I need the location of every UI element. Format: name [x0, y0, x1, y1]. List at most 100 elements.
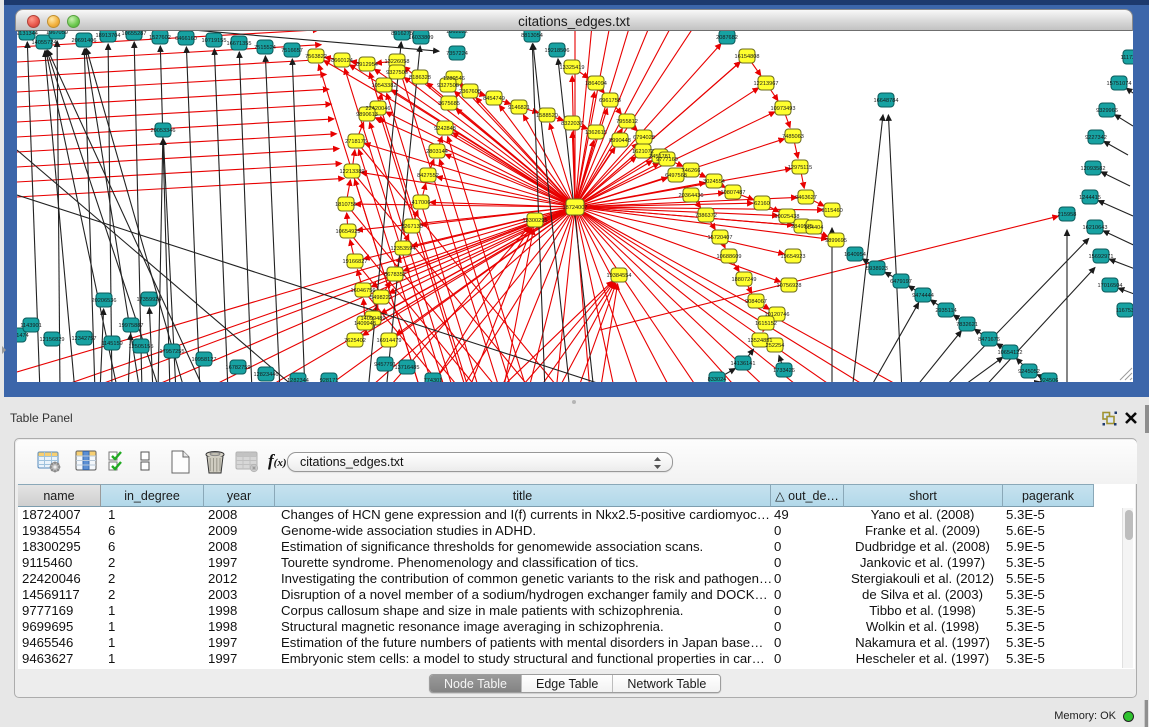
svg-text:116753: 116753: [1116, 308, 1133, 314]
svg-text:2087682: 2087682: [716, 35, 738, 41]
svg-text:9890613: 9890613: [356, 112, 378, 118]
svg-text:16671355: 16671355: [227, 41, 252, 47]
svg-text:7516657: 7516657: [281, 48, 303, 54]
svg-text:14055724: 14055724: [32, 40, 57, 46]
svg-text:3911474: 3911474: [17, 333, 29, 339]
svg-text:62160: 62160: [754, 201, 770, 207]
svg-text:9327508: 9327508: [437, 83, 459, 89]
svg-text:8678352: 8678352: [384, 272, 406, 278]
svg-text:18724007: 18724007: [563, 205, 588, 211]
svg-text:1280546: 1280546: [443, 76, 465, 82]
svg-text:16154808: 16154808: [735, 54, 760, 60]
svg-text:1145159: 1145159: [101, 341, 122, 347]
svg-text:7832621: 7832621: [956, 322, 978, 328]
svg-text:1244415: 1244415: [1079, 195, 1101, 201]
svg-text:8912954: 8912954: [356, 62, 378, 68]
svg-text:19975887: 19975887: [119, 323, 144, 329]
svg-text:417006: 417006: [412, 200, 431, 206]
svg-text:8660124: 8660124: [331, 58, 353, 64]
svg-text:10120746: 10120746: [765, 312, 790, 318]
svg-text:16782759: 16782759: [226, 365, 251, 371]
svg-text:16046756: 16046756: [351, 288, 376, 294]
svg-text:12213389: 12213389: [340, 169, 365, 175]
svg-text:12156829: 12156829: [40, 337, 65, 343]
svg-text:6497568: 6497568: [665, 173, 687, 179]
svg-text:15751074: 15751074: [1107, 81, 1132, 87]
svg-text:19218506: 19218506: [545, 48, 570, 54]
svg-text:1640954: 1640954: [844, 252, 866, 258]
svg-text:17957255: 17957255: [160, 349, 185, 355]
svg-text:2803144: 2803144: [426, 149, 448, 155]
svg-text:7515524: 7515524: [254, 45, 276, 51]
svg-text:19654923: 19654923: [781, 254, 806, 260]
svg-text:1362615: 1362615: [585, 130, 607, 136]
svg-text:9474444: 9474444: [912, 293, 934, 299]
svg-text:10719155: 10719155: [202, 38, 227, 44]
svg-text:13226058: 13226058: [385, 59, 410, 65]
svg-text:1527602: 1527602: [149, 35, 171, 41]
svg-text:833024: 833024: [708, 377, 727, 382]
svg-text:9084067: 9084067: [745, 299, 767, 305]
svg-text:12823446: 12823446: [254, 372, 279, 378]
svg-text:10756928: 10756928: [777, 283, 802, 289]
svg-text:10973493: 10973493: [771, 106, 796, 112]
svg-text:16648784: 16648784: [874, 98, 899, 104]
svg-text:9899695: 9899695: [825, 238, 847, 244]
svg-text:15692971: 15692971: [1089, 254, 1114, 260]
svg-text:2935114: 2935114: [935, 308, 956, 314]
svg-text:9115460: 9115460: [821, 208, 842, 214]
svg-text:1864094: 1864094: [585, 81, 607, 87]
svg-text:1588520: 1588520: [536, 113, 558, 119]
svg-text:7563822: 7563822: [305, 54, 327, 60]
svg-text:9227342: 9227342: [1085, 135, 1107, 141]
svg-text:3675685: 3675685: [438, 101, 460, 107]
svg-text:9327506: 9327506: [386, 70, 408, 76]
svg-text:5498222: 5498222: [370, 295, 392, 301]
svg-text:20691406: 20691406: [72, 38, 97, 44]
svg-text:9146821: 9146821: [508, 105, 530, 111]
svg-text:13325419: 13325419: [560, 65, 585, 71]
svg-text:9131344: 9131344: [17, 31, 38, 37]
svg-text:774301: 774301: [424, 378, 443, 382]
svg-text:18300295: 18300295: [523, 218, 548, 224]
svg-text:20053346: 20053346: [151, 128, 176, 134]
svg-text:8322037: 8322037: [561, 121, 583, 127]
svg-text:7955812: 7955812: [616, 119, 638, 125]
svg-text:20206536: 20206536: [92, 298, 117, 304]
svg-text:9242848: 9242848: [434, 126, 456, 132]
svg-text:6794028: 6794028: [633, 135, 655, 141]
svg-text:16914479: 16914479: [377, 338, 402, 344]
svg-text:7485063: 7485063: [782, 134, 804, 140]
svg-text:10655287: 10655287: [122, 31, 147, 37]
svg-text:10654122: 10654122: [998, 350, 1023, 356]
svg-text:924506: 924506: [1040, 378, 1059, 382]
svg-text:16210643: 16210643: [1083, 225, 1108, 231]
svg-text:12213967: 12213967: [754, 81, 779, 87]
svg-text:12353594: 12353594: [391, 246, 416, 252]
svg-text:8471676: 8471676: [978, 337, 1000, 343]
svg-text:8813054: 8813054: [521, 33, 543, 39]
svg-text:5938923: 5938923: [866, 266, 888, 272]
svg-text:12975115: 12975115: [788, 165, 812, 171]
svg-text:15720407: 15720407: [708, 235, 733, 241]
svg-text:3267130: 3267130: [401, 224, 423, 230]
svg-text:18807249: 18807249: [732, 277, 757, 283]
svg-text:20364436: 20364436: [679, 193, 704, 199]
svg-text:10543382: 10543382: [372, 83, 397, 89]
svg-text:10807487: 10807487: [721, 190, 746, 196]
svg-text:9245052: 9245052: [1018, 369, 1040, 375]
svg-text:215958: 215958: [1058, 212, 1077, 218]
svg-text:12093582: 12093582: [1081, 166, 1106, 172]
svg-text:13716485: 13716485: [395, 365, 420, 371]
svg-text:252254: 252254: [766, 343, 785, 349]
svg-text:1810755: 1810755: [335, 202, 357, 208]
svg-text:14136141: 14136141: [731, 361, 756, 367]
svg-text:10654925: 10654925: [336, 229, 361, 235]
svg-text:928171: 928171: [320, 378, 339, 382]
svg-text:3024554: 3024554: [703, 179, 725, 185]
svg-text:7625402: 7625402: [344, 338, 366, 344]
svg-text:9463627: 9463627: [795, 195, 817, 201]
svg-text:12342757: 12342757: [72, 336, 97, 342]
svg-text:1967059: 1967059: [46, 31, 68, 36]
svg-text:6466160: 6466160: [175, 36, 197, 42]
